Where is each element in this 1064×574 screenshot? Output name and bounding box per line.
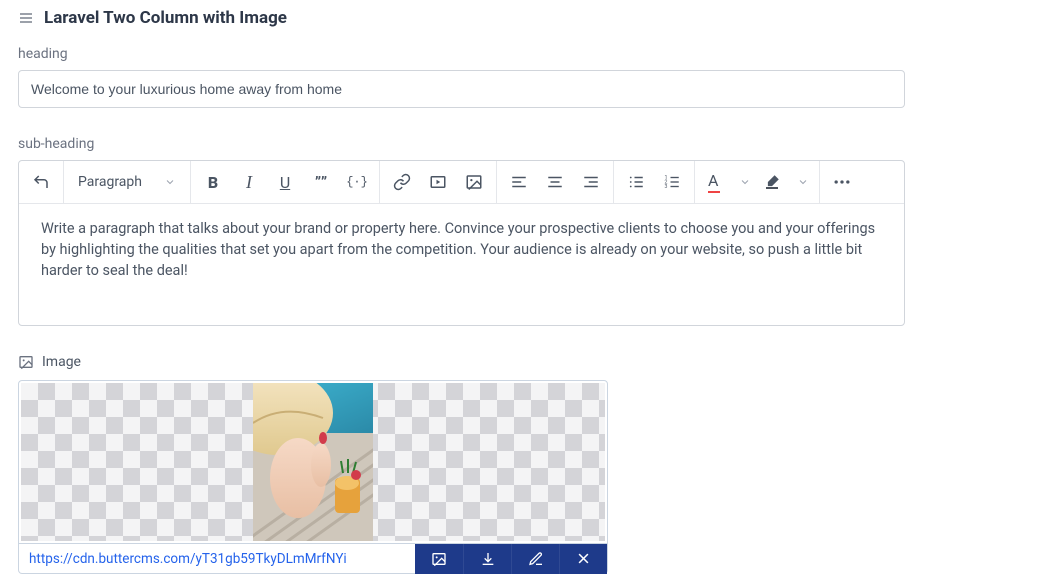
sub-heading-editor-body[interactable]: Write a paragraph that talks about your …	[19, 204, 904, 325]
chevron-down-icon[interactable]	[791, 176, 815, 188]
rich-text-editor: Paragraph B I U ”” {·}	[18, 160, 905, 326]
image-download-button[interactable]	[463, 544, 511, 574]
bullet-list-button[interactable]	[618, 167, 654, 197]
link-button[interactable]	[384, 167, 420, 197]
text-color-button[interactable]: A	[699, 167, 729, 197]
image-replace-button[interactable]	[415, 544, 463, 574]
align-center-button[interactable]	[537, 167, 573, 197]
heading-input[interactable]	[18, 70, 905, 108]
code-button[interactable]: {·}	[339, 167, 375, 197]
more-button[interactable]	[824, 167, 860, 197]
svg-text:3: 3	[665, 184, 668, 190]
insert-image-button[interactable]	[456, 167, 492, 197]
image-remove-button[interactable]	[559, 544, 607, 574]
align-right-button[interactable]	[573, 167, 609, 197]
video-button[interactable]	[420, 167, 456, 197]
undo-button[interactable]	[23, 167, 59, 197]
bold-button[interactable]: B	[195, 167, 231, 197]
page-title: Laravel Two Column with Image	[44, 8, 287, 28]
paragraph-style-dropdown[interactable]: Paragraph	[68, 174, 186, 190]
image-field-label: Image	[42, 354, 81, 370]
image-edit-button[interactable]	[511, 544, 559, 574]
align-left-button[interactable]	[501, 167, 537, 197]
editor-toolbar: Paragraph B I U ”” {·}	[19, 161, 904, 204]
underline-button[interactable]: U	[267, 167, 303, 197]
image-preview-frame[interactable]	[18, 380, 608, 544]
sub-heading-label: sub-heading	[18, 136, 1046, 152]
chevron-down-icon	[164, 176, 176, 188]
hamburger-icon[interactable]	[18, 10, 34, 26]
heading-label: heading	[18, 46, 1046, 62]
italic-button[interactable]: I	[231, 167, 267, 197]
image-thumbnail	[253, 383, 373, 541]
highlight-button[interactable]	[757, 167, 787, 197]
blockquote-button[interactable]: ””	[303, 167, 339, 197]
image-url-link[interactable]: https://cdn.buttercms.com/yT31gb59TkyDLm…	[19, 551, 413, 567]
chevron-down-icon[interactable]	[733, 176, 757, 188]
picture-icon	[18, 354, 34, 370]
paragraph-style-label: Paragraph	[68, 174, 160, 190]
numbered-list-button[interactable]: 123	[654, 167, 690, 197]
